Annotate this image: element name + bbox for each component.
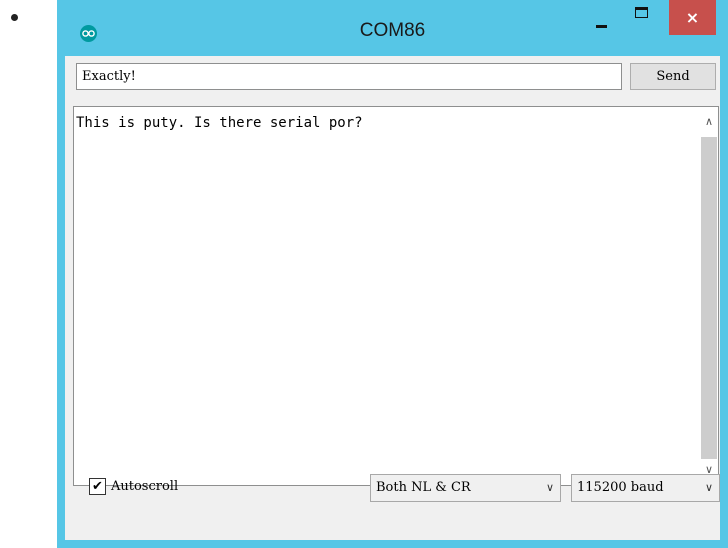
scroll-up-icon[interactable]: ∧ (700, 115, 718, 131)
chevron-down-icon: ∨ (704, 481, 713, 494)
vertical-scrollbar[interactable]: ∧ ∨ (700, 107, 718, 485)
chevron-down-icon: ∨ (545, 481, 554, 494)
autoscroll-label[interactable]: Autoscroll (111, 479, 178, 494)
title-bar[interactable]: COM86 × (57, 0, 728, 56)
serial-monitor-window: COM86 × Exactly! Send This is puty. Is t… (57, 0, 728, 548)
scroll-thumb[interactable] (701, 137, 717, 459)
close-button[interactable]: × (669, 0, 716, 35)
baud-rate-select[interactable]: 115200 baud ∨ (571, 474, 720, 502)
baud-rate-value: 115200 baud (577, 480, 664, 495)
maximize-icon (635, 7, 648, 18)
maximize-button[interactable] (622, 3, 662, 31)
send-input[interactable]: Exactly! (76, 63, 622, 90)
line-ending-select[interactable]: Both NL & CR ∨ (370, 474, 561, 502)
line-ending-value: Both NL & CR (376, 480, 471, 495)
serial-monitor-client: Exactly! Send This is puty. Is there ser… (65, 56, 720, 540)
send-button[interactable]: Send (630, 63, 716, 90)
checkmark-icon: ✔ (92, 479, 103, 494)
autoscroll-checkbox[interactable]: ✔ (89, 478, 106, 495)
bullet-point (11, 14, 18, 21)
minimize-icon (596, 25, 607, 28)
close-icon: × (685, 8, 700, 27)
minimize-button[interactable] (584, 8, 624, 36)
serial-output-area[interactable]: This is puty. Is there serial por? ∧ ∨ (73, 106, 719, 486)
serial-output-text: This is puty. Is there serial por? (76, 115, 363, 131)
